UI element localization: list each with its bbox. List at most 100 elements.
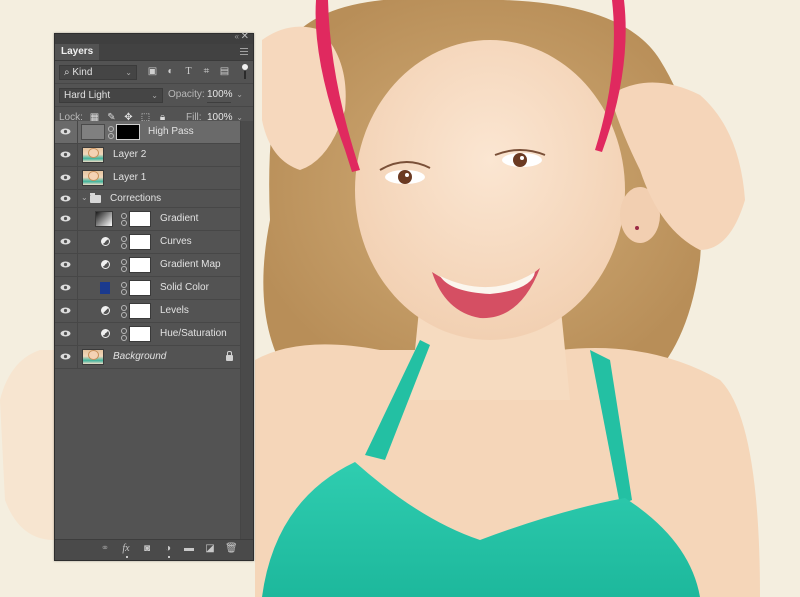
visibility-toggle[interactable] <box>55 300 78 322</box>
lock-icon[interactable] <box>226 351 233 361</box>
adjustment-layer-icon[interactable] <box>101 306 110 315</box>
layer-row-gradient-map[interactable]: Gradient Map <box>55 254 243 277</box>
eye-icon <box>60 215 71 222</box>
eye-icon <box>60 128 71 135</box>
gradient-fill-thumbnail[interactable] <box>95 211 113 227</box>
layers-scrollbar[interactable] <box>240 121 253 539</box>
fx-icon[interactable]: fx <box>120 543 132 558</box>
layer-row-layer-1[interactable]: Layer 1 <box>55 167 243 190</box>
mask-thumbnail[interactable] <box>116 124 140 140</box>
layer-thumbnail[interactable] <box>82 349 104 365</box>
new-adjustment-icon[interactable]: ◑ <box>162 543 174 558</box>
mask-thumbnail[interactable] <box>129 211 151 227</box>
smart-object-filter-icon[interactable]: ▤ <box>219 66 230 77</box>
opacity-input[interactable]: 100% ⌄ <box>207 88 243 103</box>
chevron-down-icon: ⌄ <box>151 91 158 100</box>
panel-title-bar[interactable]: « ✕ <box>55 31 253 44</box>
layer-name[interactable]: High Pass <box>148 126 194 137</box>
visibility-toggle[interactable] <box>55 121 78 143</box>
visibility-toggle[interactable] <box>55 231 78 253</box>
eye-icon <box>60 307 71 314</box>
layer-row-curves[interactable]: Curves <box>55 231 243 254</box>
mask-thumbnail[interactable] <box>129 280 151 296</box>
layer-row-background[interactable]: Background <box>55 346 243 369</box>
layer-name[interactable]: Gradient Map <box>160 259 221 270</box>
eye-icon <box>60 151 71 158</box>
add-mask-icon[interactable]: ◙ <box>141 543 153 555</box>
visibility-toggle[interactable] <box>55 208 78 230</box>
layers-panel: « ✕ Layers ⌕ Kind ⌄ ▣ ◐ T ⌗ ▤ Hard Light… <box>54 31 254 561</box>
layer-name[interactable]: Solid Color <box>160 282 209 293</box>
blend-mode-value: Hard Light <box>64 90 111 101</box>
layers-list: High Pass Layer 2 Layer 1 ⌄ Corrections <box>55 121 243 369</box>
adjustment-filter-icon[interactable]: ◐ <box>165 66 176 77</box>
close-panel-icon[interactable]: ✕ <box>241 31 249 42</box>
chevron-down-icon[interactable]: ⌄ <box>236 88 243 102</box>
eye-icon <box>60 195 71 202</box>
visibility-toggle[interactable] <box>55 167 78 189</box>
eye-icon <box>60 284 71 291</box>
type-filter-icon[interactable]: T <box>183 66 194 77</box>
panel-footer: ⚭ fx ◙ ◑ ▬ ◪ 🗑︎ <box>55 539 253 560</box>
visibility-toggle[interactable] <box>55 346 78 368</box>
filter-toggle-switch[interactable] <box>242 64 248 79</box>
collapse-panel-icon[interactable]: « <box>235 32 240 41</box>
eye-icon <box>60 353 71 360</box>
image-filter-icon[interactable]: ▣ <box>147 66 158 77</box>
mask-thumbnail[interactable] <box>129 234 151 250</box>
layer-thumbnail[interactable] <box>81 124 105 140</box>
layer-name[interactable]: Layer 2 <box>113 149 146 160</box>
mask-thumbnail[interactable] <box>129 257 151 273</box>
link-icon[interactable] <box>121 305 127 318</box>
layer-row-solid-color[interactable]: Solid Color <box>55 277 243 300</box>
adjustment-layer-icon[interactable] <box>101 329 110 338</box>
visibility-toggle[interactable] <box>55 254 78 276</box>
new-group-icon[interactable]: ▬ <box>183 543 195 555</box>
link-icon[interactable] <box>108 126 114 139</box>
mask-thumbnail[interactable] <box>129 326 151 342</box>
panel-menu-icon[interactable] <box>240 48 248 55</box>
layer-name[interactable]: Curves <box>160 236 192 247</box>
eye-icon <box>60 238 71 245</box>
layer-name[interactable]: Gradient <box>160 213 198 224</box>
layer-name[interactable]: Background <box>113 351 166 362</box>
eye-icon <box>60 174 71 181</box>
adjustment-layer-icon[interactable] <box>101 260 110 269</box>
layer-row-corrections-group[interactable]: ⌄ Corrections <box>55 190 243 208</box>
layer-row-levels[interactable]: Levels <box>55 300 243 323</box>
chevron-down-icon[interactable]: ⌄ <box>81 193 88 202</box>
layer-row-hue-saturation[interactable]: Hue/Saturation <box>55 323 243 346</box>
layer-thumbnail[interactable] <box>82 170 104 186</box>
layer-name[interactable]: Layer 1 <box>113 172 146 183</box>
shape-filter-icon[interactable]: ⌗ <box>201 66 212 77</box>
delete-layer-icon[interactable]: 🗑︎ <box>225 543 238 555</box>
layer-row-high-pass[interactable]: High Pass <box>55 121 243 144</box>
layer-name[interactable]: Corrections <box>110 193 161 204</box>
eye-icon <box>60 261 71 268</box>
visibility-toggle[interactable] <box>55 190 78 207</box>
visibility-toggle[interactable] <box>55 323 78 345</box>
layer-row-layer-2[interactable]: Layer 2 <box>55 144 243 167</box>
new-layer-icon[interactable]: ◪ <box>204 543 216 555</box>
link-icon[interactable] <box>121 282 127 295</box>
tab-layers[interactable]: Layers <box>55 44 100 60</box>
link-icon[interactable] <box>121 259 127 272</box>
layer-name[interactable]: Hue/Saturation <box>160 328 227 339</box>
blend-row: Hard Light ⌄ Opacity: 100% ⌄ <box>55 84 253 107</box>
layer-name[interactable]: Levels <box>160 305 189 316</box>
blend-mode-select[interactable]: Hard Light ⌄ <box>59 88 163 103</box>
link-layers-icon[interactable]: ⚭ <box>99 543 111 555</box>
layer-row-gradient[interactable]: Gradient <box>55 208 243 231</box>
link-icon[interactable] <box>121 236 127 249</box>
panel-tab-bar: Layers <box>55 44 253 61</box>
link-icon[interactable] <box>121 213 127 226</box>
visibility-toggle[interactable] <box>55 144 78 166</box>
link-icon[interactable] <box>121 328 127 341</box>
visibility-toggle[interactable] <box>55 277 78 299</box>
adjustment-layer-icon[interactable] <box>101 237 110 246</box>
filter-kind-select[interactable]: ⌕ Kind ⌄ <box>59 65 137 80</box>
layer-thumbnail[interactable] <box>82 147 104 163</box>
mask-thumbnail[interactable] <box>129 303 151 319</box>
eye-icon <box>60 330 71 337</box>
solid-color-swatch[interactable] <box>100 282 110 294</box>
